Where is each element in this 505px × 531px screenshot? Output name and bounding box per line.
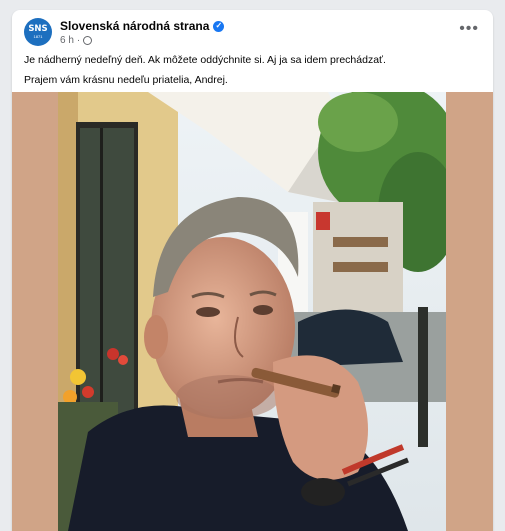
post-timestamp[interactable]: 6 h bbox=[60, 35, 74, 46]
verified-badge-icon: ✓ bbox=[213, 20, 225, 32]
page-name-link[interactable]: Slovenská národná strana ✓ bbox=[60, 19, 225, 33]
post-card: SNS 1871 Slovenská národná strana ✓ 6 h … bbox=[12, 10, 493, 531]
post-media[interactable] bbox=[12, 92, 493, 531]
post-text: Je nádherný nedeľný deň. Ak môžete oddýc… bbox=[24, 54, 481, 94]
more-options-icon[interactable]: ••• bbox=[459, 21, 479, 37]
post-header: SNS 1871 Slovenská národná strana ✓ 6 h … bbox=[24, 18, 481, 52]
photo-illustration bbox=[58, 92, 446, 531]
avatar-text: SNS bbox=[28, 24, 48, 35]
post-photo[interactable] bbox=[58, 92, 446, 531]
globe-icon bbox=[83, 36, 93, 45]
post-line-2: Prajem vám krásnu nedeľu priatelia, Andr… bbox=[24, 74, 228, 86]
page-avatar[interactable]: SNS 1871 bbox=[24, 18, 52, 46]
post-line-1: Je nádherný nedeľný deň. Ak môžete oddýc… bbox=[24, 54, 386, 66]
post-meta: 6 h · bbox=[60, 35, 93, 46]
meta-separator: · bbox=[76, 35, 81, 46]
avatar-year: 1871 bbox=[33, 33, 43, 39]
page-name: Slovenská národná strana bbox=[60, 19, 210, 33]
